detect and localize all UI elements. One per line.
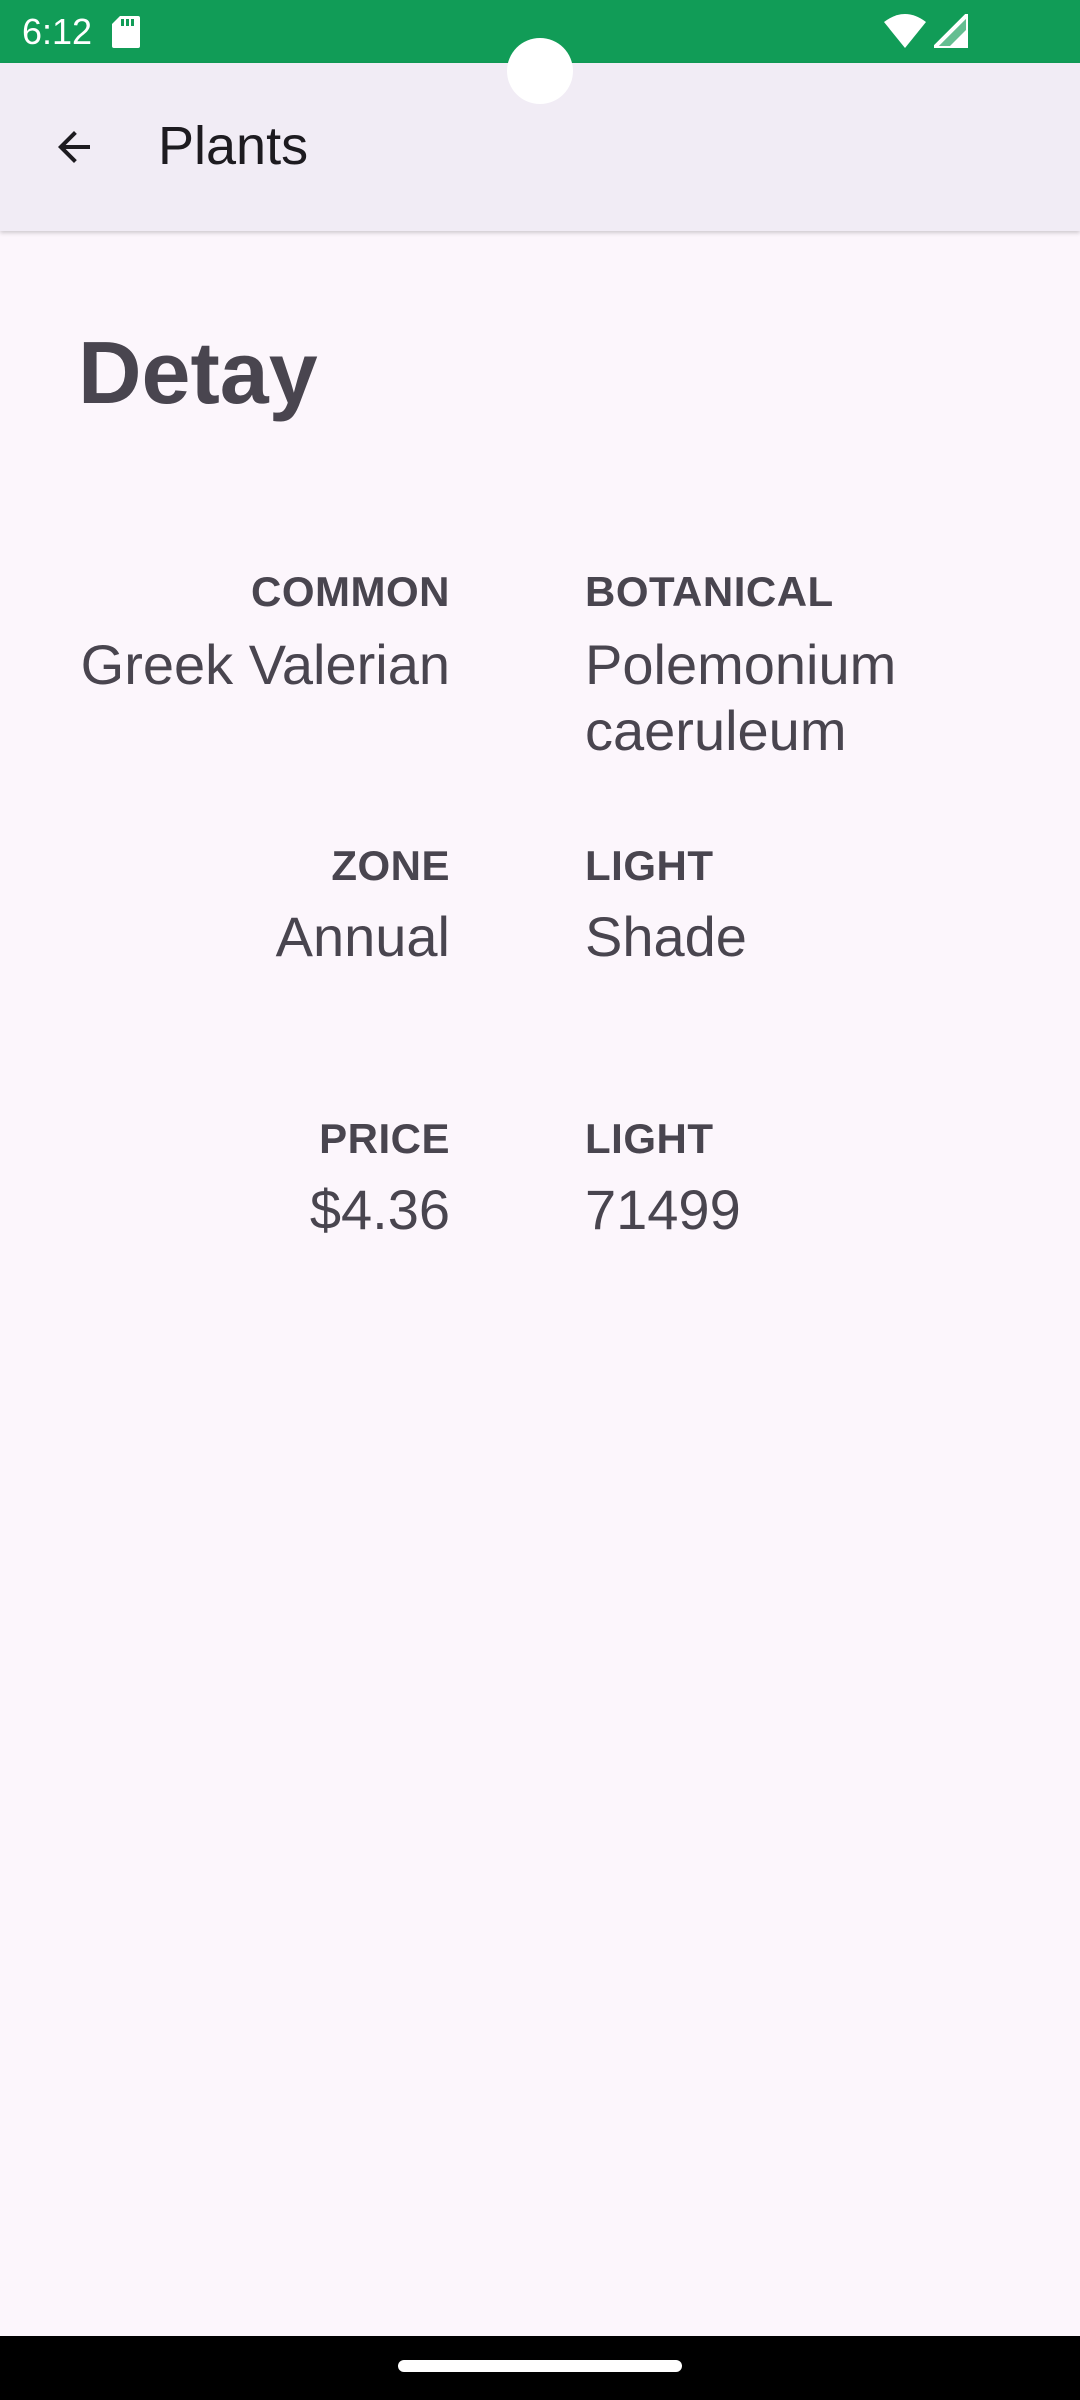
light-secondary-value: 71499 <box>585 1178 741 1241</box>
light-secondary-label: LIGHT <box>585 1115 714 1162</box>
zone-label: ZONE <box>331 842 450 889</box>
navigation-bar <box>0 2336 1080 2400</box>
page-heading: Detay <box>78 323 318 422</box>
camera-cutout <box>507 38 573 104</box>
common-label: COMMON <box>251 568 450 615</box>
status-time: 6:12 <box>22 11 93 52</box>
app-bar-title: Plants <box>158 116 309 176</box>
light-value: Shade <box>585 905 747 968</box>
sd-card-icon <box>112 16 140 48</box>
botanical-value-line2: caeruleum <box>585 699 847 762</box>
zone-value: Annual <box>275 905 450 968</box>
price-label: PRICE <box>319 1115 450 1162</box>
back-button[interactable] <box>30 103 118 191</box>
botanical-value-line1: Polemonium <box>585 633 897 696</box>
wifi-icon <box>884 14 926 48</box>
price-value: $4.36 <box>309 1178 450 1241</box>
arrow-back-icon <box>58 131 90 163</box>
common-value: Greek Valerian <box>80 633 450 696</box>
signal-icon <box>934 14 968 48</box>
home-gesture-handle[interactable] <box>398 2360 682 2372</box>
screen: 6:12 Plants Detay COMMON Greek Valerian … <box>0 0 1080 2400</box>
botanical-label: BOTANICAL <box>585 568 834 615</box>
light-label: LIGHT <box>585 842 714 889</box>
